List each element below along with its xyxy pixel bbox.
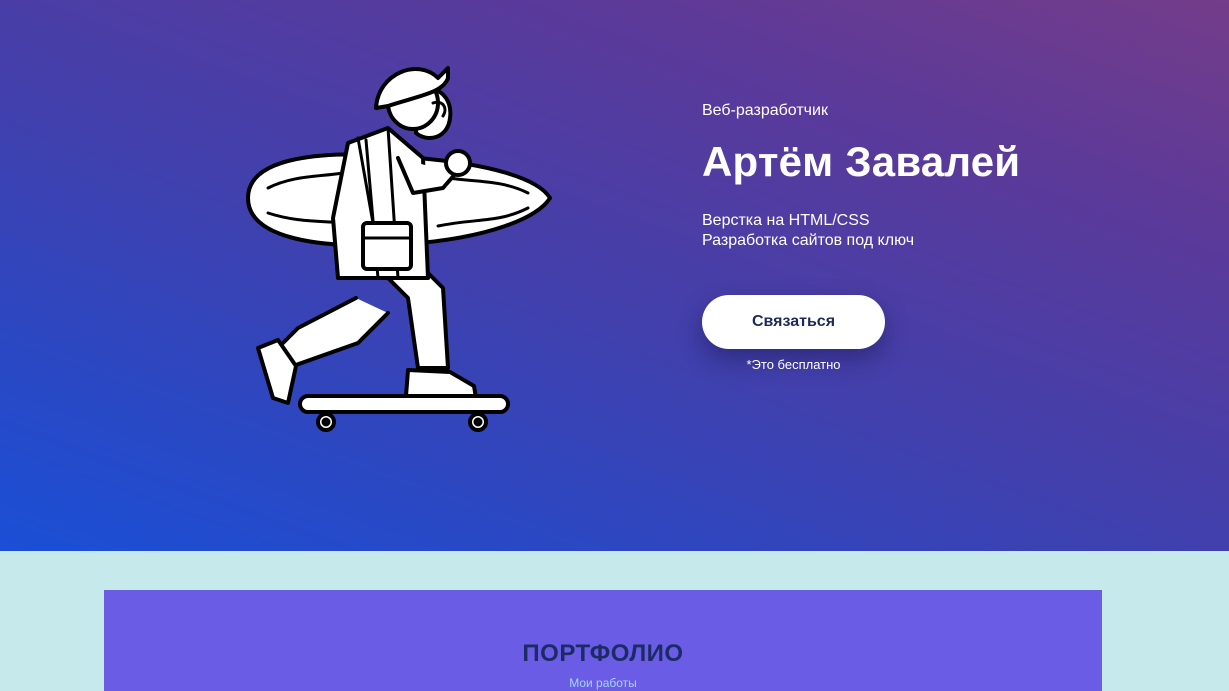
portfolio-section: ПОРТФОЛИО Мои работы	[104, 590, 1102, 691]
free-note: *Это бесплатно	[746, 357, 841, 372]
service-item: Разработка сайтов под ключ	[702, 232, 915, 249]
contact-button[interactable]: Связаться	[702, 295, 885, 349]
hero-section: Веб-разработчик Артём Завалей Верстка на…	[0, 0, 1229, 551]
skateboarder-illustration	[246, 66, 552, 432]
services-list: Верстка на HTML/CSS Разработка сайтов по…	[702, 211, 914, 251]
back-leg	[276, 296, 390, 368]
service-item: Верстка на HTML/CSS	[702, 212, 870, 229]
hero-name: Артём Завалей	[702, 138, 1021, 185]
portfolio-subtitle: Мои работы	[569, 676, 637, 690]
front-shoe	[404, 368, 478, 400]
skateboard-deck	[298, 394, 510, 414]
portfolio-title: ПОРТФОЛИО	[522, 640, 684, 667]
front-leg	[386, 271, 450, 370]
shoulder-bag	[361, 221, 413, 271]
hero-role: Веб-разработчик	[702, 102, 828, 119]
